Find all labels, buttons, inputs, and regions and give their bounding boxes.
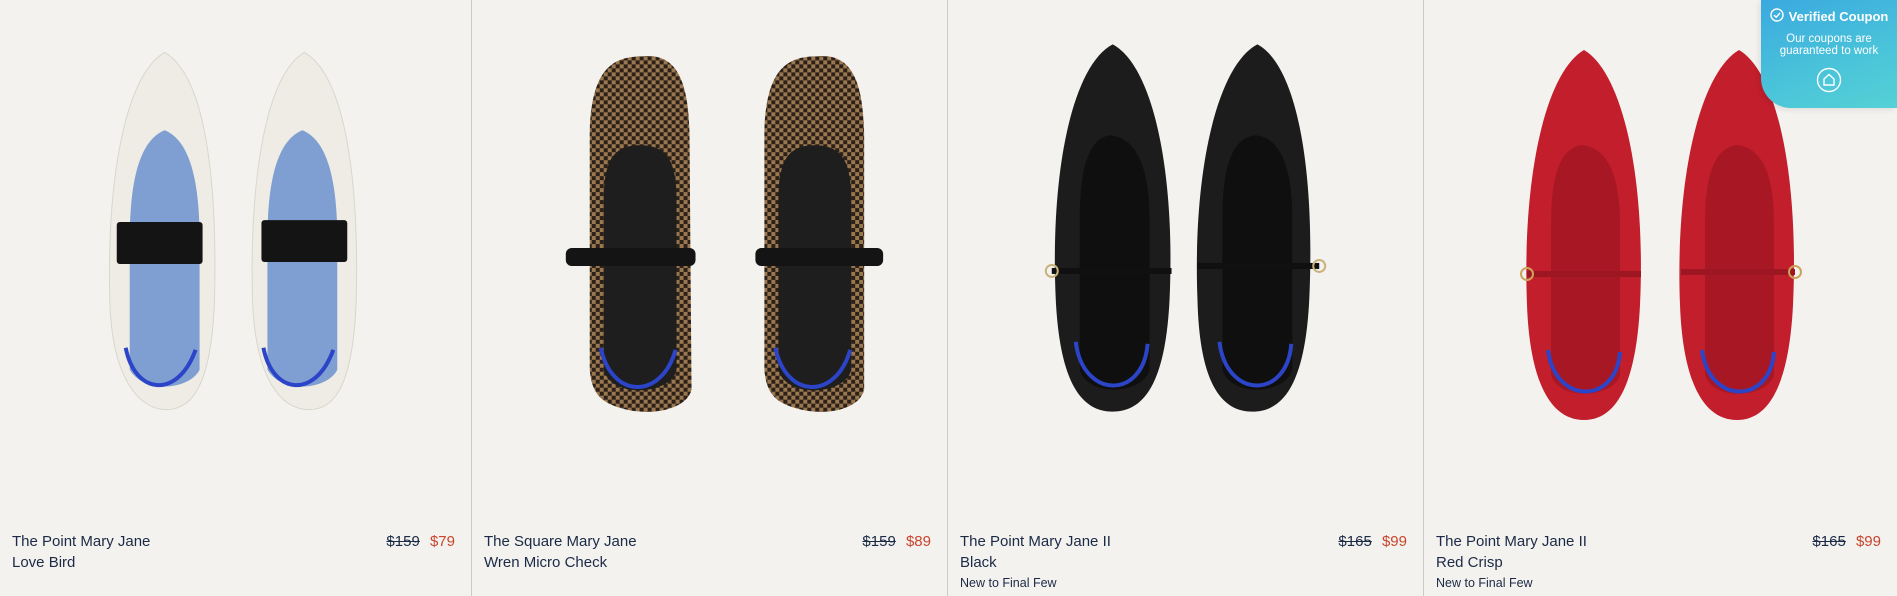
product-info: The Square Mary Jane Wren Micro Check $1… (484, 532, 931, 573)
sale-price: $99 (1855, 533, 1881, 550)
sale-price: $99 (1381, 533, 1407, 550)
product-card[interactable]: The Square Mary Jane Wren Micro Check $1… (472, 0, 948, 596)
product-variant: Wren Micro Check (484, 554, 608, 571)
product-image[interactable] (472, 0, 947, 500)
verified-coupon-badge[interactable]: Verified Coupon Our coupons are guarante… (1761, 0, 1897, 108)
original-price: $159 (386, 533, 420, 550)
original-price: $159 (862, 533, 896, 550)
coupon-title: Verified Coupon (1788, 9, 1889, 24)
original-price: $165 (1812, 533, 1846, 550)
price-group: $159 $89 (862, 532, 931, 552)
home-icon[interactable] (1761, 67, 1897, 98)
product-variant: Black (960, 554, 997, 571)
coupon-description: Our coupons are guaranteed to work (1779, 33, 1879, 57)
original-price: $165 (1338, 533, 1372, 550)
product-variant: Love Bird (12, 554, 76, 571)
price-group: $165 $99 (1338, 532, 1407, 552)
product-card[interactable]: The Point Mary Jane Love Bird $159 $79 (0, 0, 472, 596)
product-info: The Point Mary Jane II Red Crisp New to … (1436, 532, 1881, 591)
product-image[interactable] (0, 0, 471, 500)
product-variant: Red Crisp (1436, 554, 1503, 571)
price-group: $165 $99 (1812, 532, 1881, 552)
product-tag: New to Final Few (1436, 576, 1533, 590)
product-card[interactable]: The Point Mary Jane II Black New to Fina… (948, 0, 1424, 596)
sale-price: $79 (429, 533, 455, 550)
product-grid: The Point Mary Jane Love Bird $159 $79 T… (0, 0, 1897, 596)
check-circle-icon (1769, 8, 1784, 25)
price-group: $159 $79 (386, 532, 455, 552)
product-image[interactable] (948, 0, 1423, 500)
product-info: The Point Mary Jane Love Bird $159 $79 (12, 532, 455, 573)
product-tag: New to Final Few (960, 576, 1057, 590)
sale-price: $89 (905, 533, 931, 550)
coupon-title-row: Verified Coupon (1761, 8, 1897, 25)
product-info: The Point Mary Jane II Black New to Fina… (960, 532, 1407, 591)
